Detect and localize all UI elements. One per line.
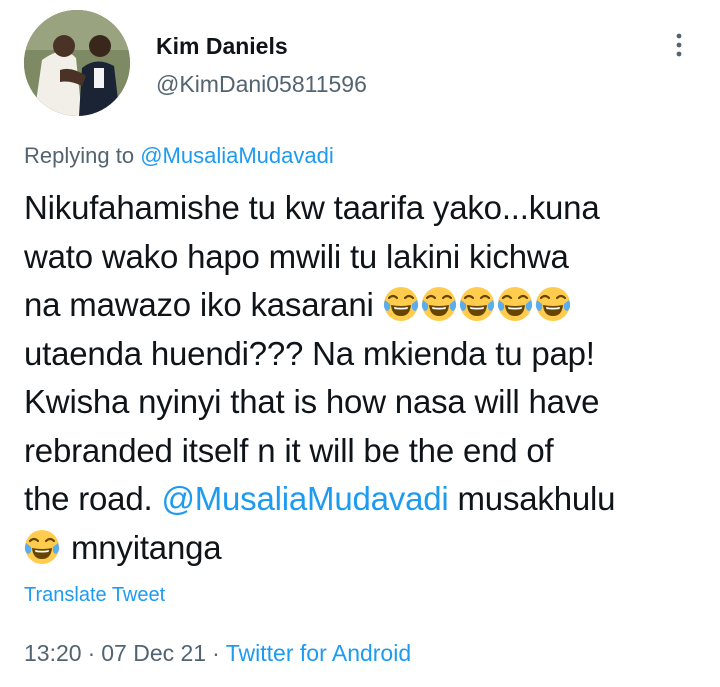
emoji-group	[383, 286, 573, 323]
tweet-line-text: na mawazo iko kasarani	[24, 286, 374, 323]
separator: ·	[87, 640, 96, 666]
tweet-line: wato wako hapo mwili tu lakini kichwa	[24, 237, 569, 275]
tweet-line: utaenda huendi??? Na mkienda tu pap!	[24, 334, 595, 372]
tweet-line: rebranded itself n it will be the end of	[24, 431, 554, 469]
author-avatar[interactable]	[24, 10, 130, 116]
replying-to-label: Replying to	[24, 143, 135, 168]
face-with-tears-of-joy-emoji	[24, 529, 60, 565]
tweet-source[interactable]: Twitter for Android	[226, 640, 411, 666]
tweet-date[interactable]: 07 Dec 21	[101, 640, 206, 666]
tweet-line: Kwisha nyinyi that is how nasa will have	[24, 383, 600, 420]
tweet-text: Nikufahamishe tu kw taarifa yako...kuna …	[24, 184, 704, 572]
tweet-line-text: musakhulu	[448, 480, 616, 517]
tweet-line: Nikufahamishe tu kw taarifa yako...kuna	[24, 189, 600, 226]
face-with-tears-of-joy-emoji	[459, 286, 495, 322]
separator: ·	[212, 640, 220, 666]
tweet-line: the road. @MusaliaMudavadi musakhulu	[24, 475, 704, 524]
tweet-line-text: the road.	[24, 480, 162, 517]
face-with-tears-of-joy-emoji	[383, 286, 419, 322]
face-with-tears-of-joy-emoji	[421, 286, 457, 322]
more-vertical-icon	[676, 33, 682, 57]
tweet-line: mnyitanga	[24, 524, 704, 573]
face-with-tears-of-joy-emoji	[535, 286, 571, 322]
tweet-time[interactable]: 13:20	[24, 640, 82, 666]
replying-to-mention[interactable]: @MusaliaMudavadi	[140, 143, 334, 168]
tweet-metadata: 13:20 · 07 Dec 21 · Twitter for Android	[24, 638, 411, 668]
author-display-name[interactable]: Kim Daniels	[156, 32, 288, 60]
tweet-mention[interactable]: @MusaliaMudavadi	[161, 480, 448, 517]
author-handle[interactable]: @KimDani05811596	[156, 70, 367, 98]
translate-tweet-link[interactable]: Translate Tweet	[24, 582, 165, 608]
replying-to: Replying to @MusaliaMudavadi	[24, 142, 334, 170]
face-with-tears-of-joy-emoji	[497, 286, 533, 322]
tweet-line-text: mnyitanga	[70, 528, 222, 566]
more-options-button[interactable]	[666, 28, 692, 62]
tweet-line: na mawazo iko kasarani	[24, 281, 704, 330]
